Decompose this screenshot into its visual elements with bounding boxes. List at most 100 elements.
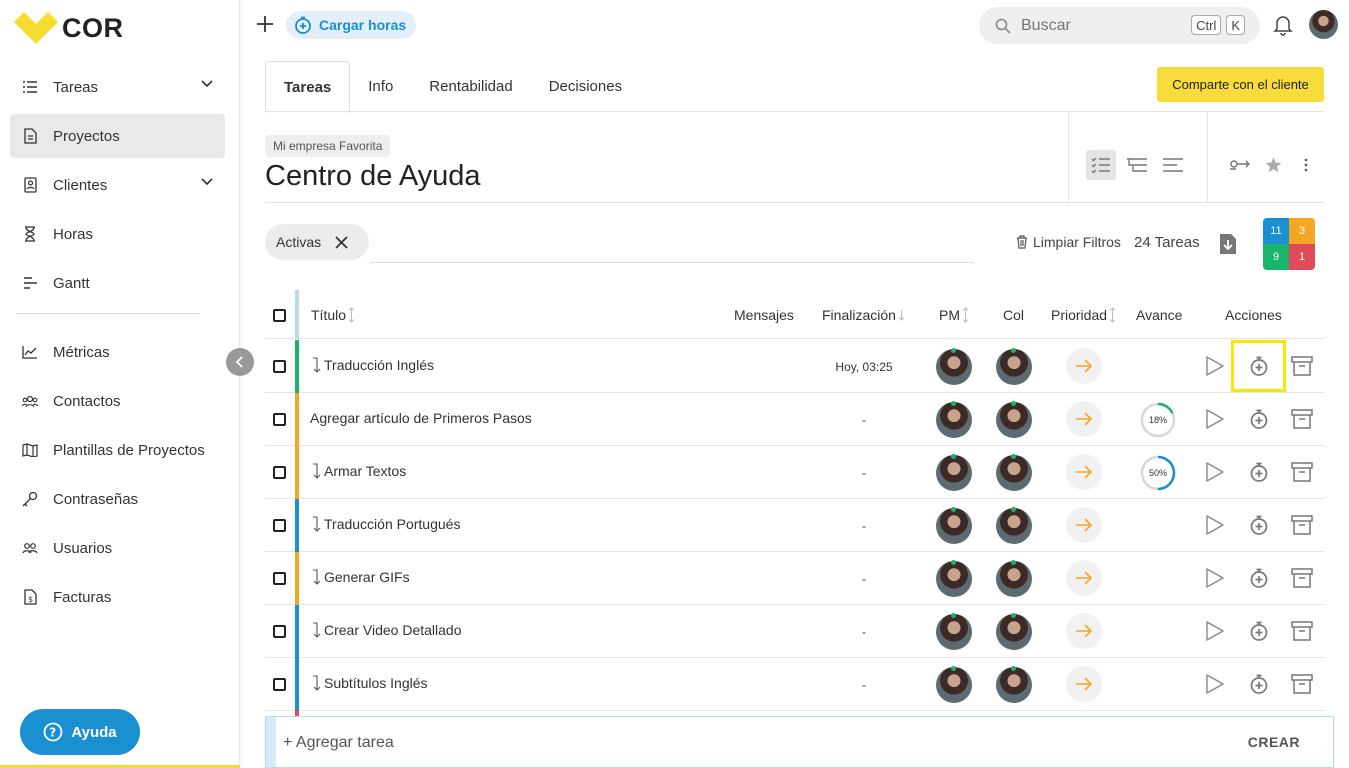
tab-info[interactable]: Info: [350, 60, 411, 112]
task-title[interactable]: Agregar artículo de Primeros Pasos: [310, 410, 532, 426]
column-header-pm[interactable]: PM: [939, 307, 969, 323]
archive-button[interactable]: [1289, 406, 1315, 432]
task-title[interactable]: Traducción Portugués: [311, 516, 460, 532]
priority-button[interactable]: [1066, 560, 1102, 596]
tab-rentabilidad[interactable]: Rentabilidad: [411, 60, 530, 112]
start-timer-button[interactable]: [1202, 565, 1228, 591]
sidebar-item-plantillas[interactable]: Plantillas de Proyectos: [10, 428, 225, 472]
row-checkbox[interactable]: [273, 572, 286, 585]
table-row[interactable]: Traducción Inglés Hoy, 03:25: [265, 340, 1324, 393]
start-timer-button[interactable]: [1202, 618, 1228, 644]
task-due-date[interactable]: -: [815, 572, 913, 586]
add-time-button[interactable]: [1246, 618, 1272, 644]
chevron-down-icon[interactable]: [201, 178, 213, 186]
archive-button[interactable]: [1289, 565, 1315, 591]
sidebar-item-contrasenas[interactable]: Contraseñas: [10, 477, 225, 521]
sidebar-item-clientes[interactable]: Clientes: [10, 163, 225, 207]
search-box[interactable]: Ctrl K: [979, 7, 1260, 44]
download-icon[interactable]: [1219, 233, 1237, 255]
sidebar-item-gantt[interactable]: Gantt: [10, 261, 225, 305]
row-checkbox[interactable]: [273, 466, 286, 479]
task-due-date[interactable]: -: [815, 625, 913, 639]
add-plus-icon[interactable]: [255, 14, 275, 34]
priority-button[interactable]: [1066, 401, 1102, 437]
add-time-button[interactable]: [1246, 671, 1272, 697]
create-task-button[interactable]: CREAR: [1248, 734, 1300, 750]
column-header-due[interactable]: Finalización: [822, 307, 905, 323]
collaborator-avatar[interactable]: [996, 666, 1032, 703]
add-task-input[interactable]: + Agregar tarea: [283, 734, 394, 752]
user-avatar[interactable]: [1309, 10, 1338, 39]
sidebar-item-usuarios[interactable]: Usuarios: [10, 526, 225, 570]
archive-button[interactable]: [1289, 353, 1315, 379]
search-input[interactable]: [1021, 16, 1171, 35]
collaborator-avatar[interactable]: [996, 507, 1032, 544]
sidebar-item-tareas[interactable]: Tareas: [10, 65, 225, 109]
cor-logo[interactable]: COR: [14, 12, 124, 44]
pm-avatar[interactable]: [936, 666, 972, 703]
view-list-button[interactable]: [1086, 150, 1116, 180]
tab-decisiones[interactable]: Decisiones: [531, 60, 640, 112]
task-due-date[interactable]: Hoy, 03:25: [815, 360, 913, 374]
sidebar-item-facturas[interactable]: $ Facturas: [10, 575, 225, 619]
task-title[interactable]: Subtítulos Inglés: [311, 675, 428, 691]
add-time-button[interactable]: [1246, 459, 1272, 485]
priority-button[interactable]: [1066, 348, 1102, 384]
filter-input-line[interactable]: [370, 262, 974, 263]
sidebar-item-proyectos[interactable]: Proyectos: [10, 114, 225, 158]
task-title[interactable]: Armar Textos: [311, 463, 406, 479]
column-header-title[interactable]: Título: [311, 307, 355, 323]
select-all-checkbox[interactable]: [273, 309, 286, 322]
archive-button[interactable]: [1289, 671, 1315, 697]
row-checkbox[interactable]: [273, 360, 286, 373]
task-due-date[interactable]: -: [815, 519, 913, 533]
table-row[interactable]: Agregar artículo de Primeros Pasos - 18%: [265, 393, 1324, 446]
table-row[interactable]: Armar Textos - 50%: [265, 446, 1324, 499]
share-route-button[interactable]: [1226, 150, 1256, 180]
pm-avatar[interactable]: [936, 613, 972, 650]
collaborator-avatar[interactable]: [996, 560, 1032, 597]
notification-bell-icon[interactable]: [1273, 14, 1293, 36]
collaborator-avatar[interactable]: [996, 613, 1032, 650]
collaborator-avatar[interactable]: [996, 348, 1032, 385]
filter-chip-activas[interactable]: Activas: [265, 224, 369, 260]
table-row[interactable]: Traducción Portugués -: [265, 499, 1324, 552]
company-badge[interactable]: Mi empresa Favorita: [265, 135, 391, 157]
chevron-down-icon[interactable]: [201, 80, 213, 88]
table-row[interactable]: Crear Video Detallado -: [265, 605, 1324, 658]
start-timer-button[interactable]: [1202, 353, 1228, 379]
start-timer-button[interactable]: [1202, 459, 1228, 485]
table-row[interactable]: Generar GIFs -: [265, 552, 1324, 605]
add-time-button[interactable]: [1246, 512, 1272, 538]
pm-avatar[interactable]: [936, 507, 972, 544]
view-gantt-button[interactable]: [1158, 150, 1188, 180]
favorite-button[interactable]: [1258, 150, 1288, 180]
task-due-date[interactable]: -: [815, 466, 913, 480]
start-timer-button[interactable]: [1202, 406, 1228, 432]
add-task-bar[interactable]: + Agregar tarea CREAR: [265, 716, 1334, 768]
pm-avatar[interactable]: [936, 348, 972, 385]
collaborator-avatar[interactable]: [996, 454, 1032, 491]
tab-tareas[interactable]: Tareas: [265, 61, 351, 113]
sidebar-item-contactos[interactable]: Contactos: [10, 379, 225, 423]
task-status-summary[interactable]: 11 3 9 1: [1263, 218, 1315, 270]
collapse-sidebar-button[interactable]: [226, 348, 254, 376]
archive-button[interactable]: [1289, 618, 1315, 644]
table-row[interactable]: Subtítulos Inglés -: [265, 658, 1324, 711]
start-timer-button[interactable]: [1202, 671, 1228, 697]
task-due-date[interactable]: -: [815, 413, 913, 427]
archive-button[interactable]: [1289, 459, 1315, 485]
clear-filters-button[interactable]: Limpiar Filtros: [1016, 234, 1121, 250]
start-timer-button[interactable]: [1202, 512, 1228, 538]
cargar-horas-button[interactable]: Cargar horas: [286, 11, 417, 39]
more-options-button[interactable]: [1291, 150, 1321, 180]
priority-button[interactable]: [1066, 666, 1102, 702]
view-tree-button[interactable]: [1122, 150, 1152, 180]
priority-button[interactable]: [1066, 454, 1102, 490]
add-time-button[interactable]: [1246, 565, 1272, 591]
row-checkbox[interactable]: [273, 625, 286, 638]
row-checkbox[interactable]: [273, 678, 286, 691]
sidebar-item-metricas[interactable]: Métricas: [10, 330, 225, 374]
task-title[interactable]: Generar GIFs: [311, 569, 410, 585]
add-time-button[interactable]: [1246, 406, 1272, 432]
